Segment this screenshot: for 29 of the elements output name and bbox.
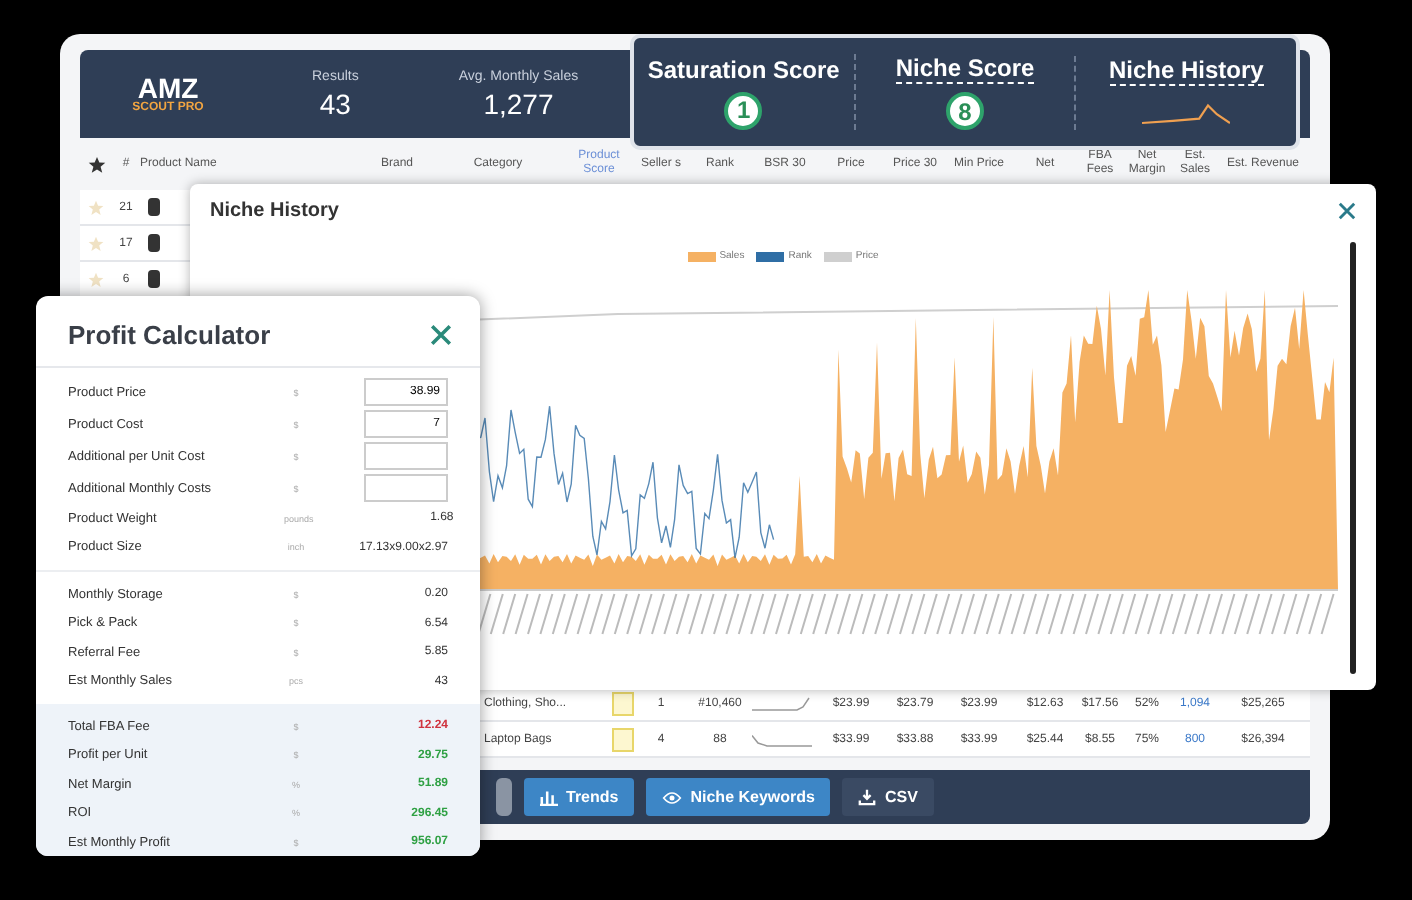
star-icon[interactable] — [88, 199, 104, 215]
score-box — [612, 727, 634, 751]
eye-icon — [662, 789, 683, 805]
score-title: Niche History — [1109, 55, 1264, 85]
star-icon[interactable] — [88, 235, 104, 251]
score-title: Saturation Score — [647, 55, 840, 83]
input-field[interactable] — [364, 442, 448, 470]
toolbar-button[interactable]: Trends — [524, 778, 635, 816]
close-icon[interactable] — [1338, 202, 1356, 220]
close-icon[interactable] — [430, 324, 452, 346]
star-icon[interactable] — [87, 155, 105, 173]
toolbar-button[interactable]: Niche Keywords — [646, 778, 831, 816]
bar-chart-icon — [540, 788, 558, 806]
score-badge: 1 — [724, 91, 763, 129]
download-icon — [858, 788, 877, 806]
score-title: Niche Score — [895, 54, 1035, 84]
sparkline-drawing — [752, 693, 812, 713]
input-field[interactable] — [364, 474, 448, 502]
stat-value: 1,277 — [483, 87, 554, 119]
star-icon[interactable] — [88, 271, 104, 287]
sparkline-drawing — [752, 729, 812, 749]
modal-title: Niche History — [210, 200, 339, 222]
stat-value: 43 — [319, 87, 351, 119]
score-badge: 8 — [946, 92, 984, 130]
score-box — [612, 691, 634, 715]
panel-title: Profit Calculator — [68, 320, 271, 350]
scrollbar[interactable] — [1350, 242, 1356, 674]
toolbar-handle[interactable] — [496, 778, 512, 816]
toolbar-button[interactable]: CSV — [842, 778, 934, 816]
